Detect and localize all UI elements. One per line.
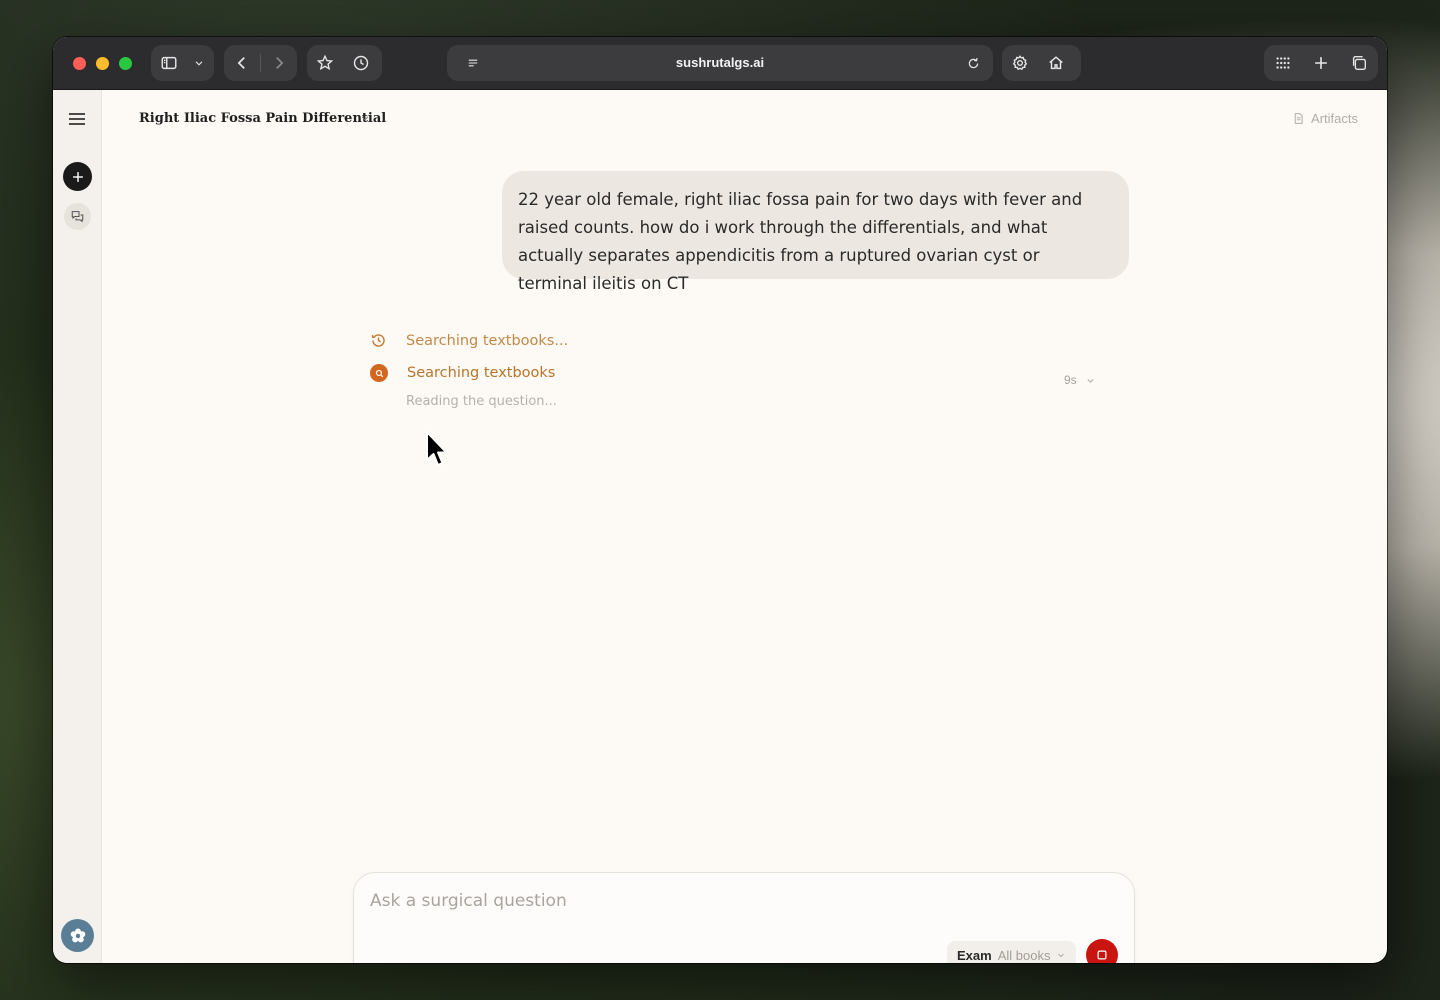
artifacts-button[interactable]: Artifacts — [1292, 111, 1358, 126]
tabs-group — [1264, 45, 1378, 81]
star-icon[interactable] — [307, 45, 343, 81]
step2-label: Searching textbooks — [407, 365, 556, 381]
chat-bubbles-icon — [71, 211, 84, 223]
step2-detail: Reading the question... — [406, 394, 557, 409]
chats-button[interactable] — [64, 203, 91, 230]
sidebar-toggle-group — [151, 45, 214, 81]
history-nav-group — [224, 45, 297, 81]
forward-icon[interactable] — [261, 45, 297, 81]
step1-label: Searching textbooks... — [406, 332, 569, 349]
artifacts-label: Artifacts — [1311, 111, 1358, 126]
search-icon — [370, 364, 388, 382]
chevron-down-icon — [1058, 953, 1065, 958]
mode-selector[interactable]: Exam All books — [947, 941, 1077, 963]
progress-step-textbooks: Searching textbooks — [370, 364, 555, 382]
user-settings-button[interactable] — [61, 919, 94, 952]
minimize-window-button[interactable] — [96, 57, 109, 70]
title-chevron-down-icon[interactable] — [359, 111, 371, 129]
extensions-group — [1002, 45, 1081, 81]
back-icon[interactable] — [224, 45, 260, 81]
composer: Exam All books — [353, 872, 1135, 963]
mode-label: Exam — [957, 947, 992, 963]
app-sidebar — [53, 90, 102, 963]
conversation-title[interactable]: Right Iliac Fossa Pain Differential — [139, 111, 386, 126]
document-icon — [1294, 113, 1303, 124]
reload-icon[interactable] — [955, 45, 991, 81]
chevron-down-icon[interactable] — [187, 45, 211, 81]
stop-generation-button[interactable] — [1086, 939, 1118, 963]
menu-icon[interactable] — [66, 108, 88, 130]
home-icon[interactable] — [1038, 45, 1074, 81]
chat-main: Right Iliac Fossa Pain Differential Arti… — [102, 90, 1387, 963]
address-bar[interactable]: sushrutalgs.ai — [447, 45, 993, 81]
tab-overview-icon[interactable] — [1340, 45, 1378, 81]
browser-window: sushrutalgs.ai Right Iliac Fossa Pain Di… — [53, 37, 1387, 963]
plus-icon — [72, 171, 83, 182]
elapsed-time: 9s — [1064, 373, 1077, 387]
gear-icon[interactable] — [1002, 45, 1038, 81]
flower-avatar-icon — [70, 928, 85, 942]
zoom-window-button[interactable] — [119, 57, 132, 70]
new-chat-button[interactable] — [63, 162, 92, 191]
user-message-bubble: 22 year old female, right iliac fossa pa… — [502, 171, 1129, 293]
bookmark-group — [307, 45, 382, 81]
scope-label: All books — [997, 947, 1051, 963]
url-text: sushrutalgs.ai — [675, 55, 765, 70]
history-clock-icon[interactable] — [343, 45, 379, 81]
history-icon — [371, 334, 385, 347]
chevron-down-icon — [1087, 378, 1094, 383]
close-window-button[interactable] — [73, 57, 86, 70]
mouse-pointer-icon — [426, 431, 448, 466]
progress-step-searching[interactable]: Searching textbooks... — [370, 332, 568, 349]
question-input[interactable] — [370, 891, 1070, 911]
browser-toolbar: sushrutalgs.ai — [53, 37, 1387, 90]
stop-icon — [1097, 950, 1107, 960]
grid-icon[interactable] — [1264, 45, 1302, 81]
new-tab-icon[interactable] — [1302, 45, 1340, 81]
elapsed-timer-toggle[interactable]: 9s — [1064, 373, 1096, 387]
sidebar-icon[interactable] — [151, 45, 187, 81]
